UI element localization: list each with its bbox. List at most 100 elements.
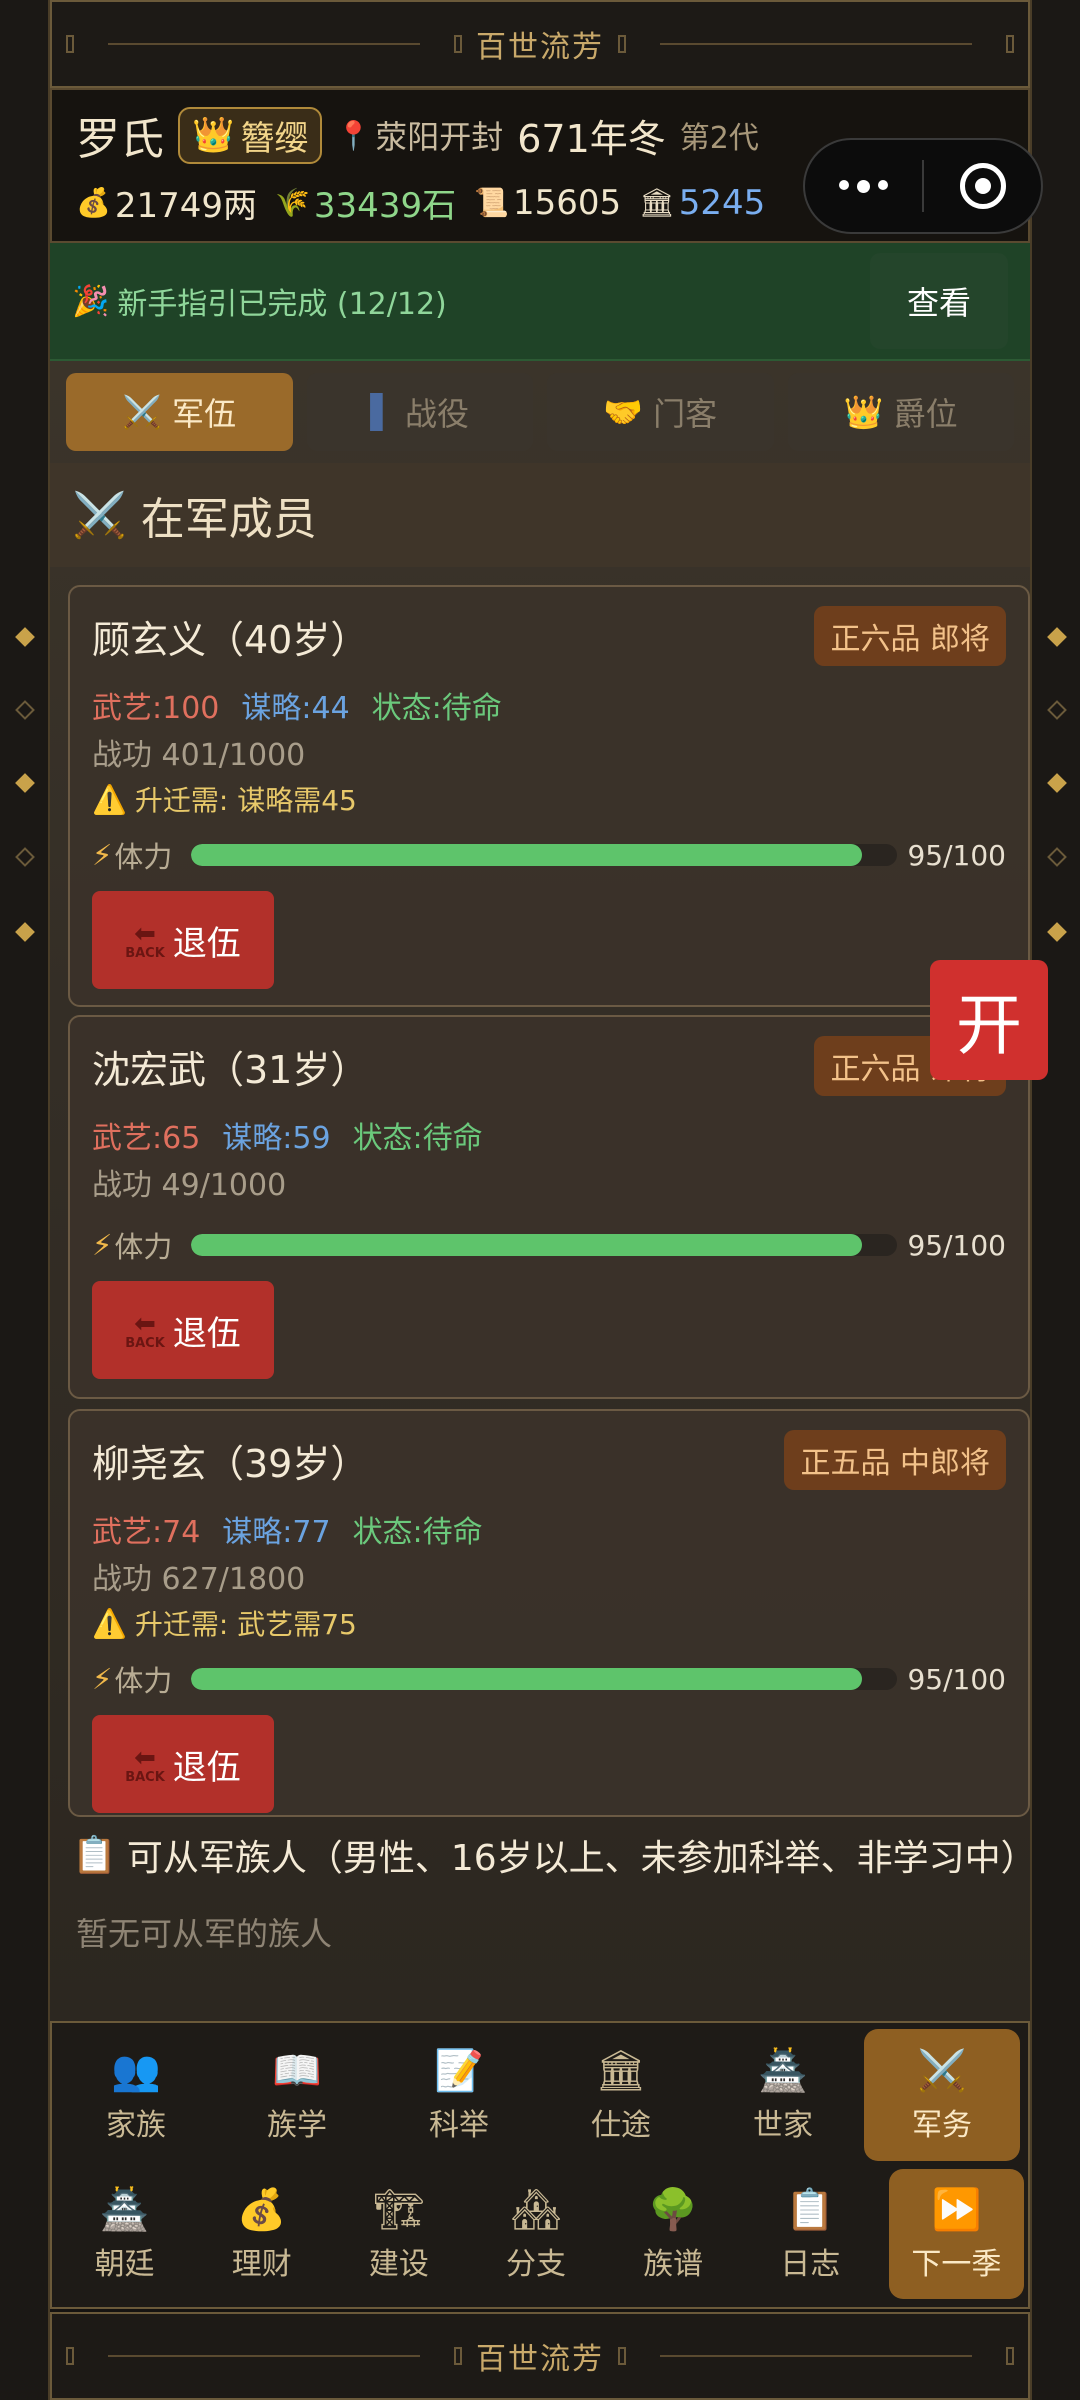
- stamina-bar: [190, 1234, 898, 1256]
- nav-clans[interactable]: 🏯 世家: [702, 2029, 864, 2161]
- stamina-value: 95/100: [907, 1228, 1006, 1262]
- diamond-ornament: [1047, 627, 1067, 647]
- nav-court[interactable]: 🏯 朝廷: [56, 2169, 193, 2299]
- promotion-warning: ⚠️ 升迁需: 武艺需75: [92, 1603, 1006, 1643]
- nav-label: 建设: [368, 2247, 429, 2282]
- banner-ornament: [618, 35, 626, 53]
- stamina-label-group: ⚡ 体力: [92, 834, 181, 876]
- stamina-row: ⚡ 体力 95/100: [92, 1209, 1006, 1281]
- retire-button[interactable]: ⬅ BACK 退伍: [92, 1281, 274, 1379]
- stamina-label-group: ⚡ 体力: [92, 1658, 181, 1700]
- banner-line: [108, 2355, 420, 2357]
- diamond-ornament: [15, 627, 35, 647]
- nav-label: 日志: [780, 2247, 841, 2282]
- view-tutorial-button[interactable]: 查看: [870, 253, 1008, 349]
- rank-badge: 正五品 中郎将: [784, 1430, 1006, 1490]
- member-card: 柳尧玄（39岁） 正五品 中郎将 武艺:74 谋略:77 状态:待命 战功 62…: [68, 1409, 1030, 1817]
- stamina-label: 体力: [114, 1230, 173, 1264]
- location-label: 荥阳开封: [375, 118, 504, 156]
- back-icon: ⬅ BACK: [125, 1308, 165, 1351]
- retire-label: 退伍: [172, 1747, 241, 1788]
- tab-army[interactable]: ⚔️ 军伍: [66, 373, 293, 451]
- nav-military[interactable]: ⚔️ 军务: [864, 2029, 1020, 2161]
- nav-label: 下一季: [911, 2247, 1002, 2282]
- member-name: 顾玄义（40岁）: [92, 617, 369, 662]
- current-year: 671年冬: [517, 116, 666, 161]
- nav-label: 分支: [505, 2247, 566, 2282]
- left-border-strip: [0, 0, 50, 2400]
- military-tabs: ⚔️ 军伍 ▌ 战役 🤝 门客 👑 爵位: [50, 361, 1030, 463]
- tab-retainers[interactable]: 🤝 门客: [547, 373, 774, 451]
- retire-button[interactable]: ⬅ BACK 退伍: [92, 891, 274, 989]
- stamina-bar: [190, 844, 898, 866]
- banner-line: [660, 43, 972, 45]
- banner-ornament: [66, 2347, 74, 2365]
- banner-title: 百世流芳: [476, 30, 604, 65]
- family-icon: 👥: [111, 2047, 161, 2094]
- stamina-fill: [190, 844, 863, 866]
- handshake-icon: 🤝: [603, 393, 644, 431]
- nav-school[interactable]: 📖 族学: [216, 2029, 378, 2161]
- diamond-ornament: [15, 922, 35, 942]
- nav-genealogy[interactable]: 🌳 族谱: [605, 2169, 742, 2299]
- warning-text: 升迁需: 谋略需45: [134, 784, 357, 817]
- eligible-empty: 暂无可从军的族人: [76, 1915, 333, 1953]
- nav-career[interactable]: 🏛 仕途: [540, 2029, 702, 2161]
- diamond-ornament: [15, 700, 35, 720]
- strategy-stat: 谋略:59: [222, 1121, 331, 1156]
- close-miniprogram-button[interactable]: [924, 163, 1041, 209]
- money-bag-icon: 💰: [76, 186, 111, 219]
- castle-icon: 🏯: [758, 2047, 808, 2094]
- section-title: 在军成员: [140, 494, 317, 545]
- tutorial-banner: 🎉 新手指引已完成 (12/12) 查看: [50, 243, 1030, 361]
- silver-value: 21749两: [114, 186, 258, 226]
- crown-icon: 👑: [192, 115, 235, 155]
- eligible-header: 📋 可从军族人（男性、16岁以上、未参加科举、非学习中）: [72, 1829, 1030, 1881]
- banner-title: 百世流芳: [476, 2342, 604, 2377]
- member-name: 沈宏武（31岁）: [92, 1047, 369, 1092]
- more-menu-button[interactable]: [805, 179, 922, 193]
- warning-icon: ⚠️: [92, 782, 127, 816]
- promotion-warning: ⚠️ 升迁需: 谋略需45: [92, 779, 1006, 819]
- merit-progress: 战功 49/1000: [92, 1168, 287, 1203]
- tree-icon: 🌳: [648, 2186, 699, 2233]
- grain-resource: 🌾 33439石: [275, 178, 456, 227]
- nav-family[interactable]: 👥 家族: [56, 2029, 216, 2161]
- nav-finance[interactable]: 💰 理财: [193, 2169, 330, 2299]
- book-icon: 📖: [272, 2047, 322, 2094]
- nav-label: 仕途: [591, 2108, 651, 2143]
- crown-icon: 👑: [843, 393, 884, 431]
- nav-label: 军务: [912, 2108, 972, 2143]
- retire-button[interactable]: ⬅ BACK 退伍: [92, 1715, 274, 1813]
- tab-peerage[interactable]: 👑 爵位: [787, 373, 1014, 451]
- nav-branches[interactable]: 🏘 分支: [467, 2169, 604, 2299]
- bottom-nav: 👥 家族 📖 族学 📝 科举 🏛 仕途 🏯 世家 ⚔️ 军务 🏯 朝廷 💰 理财 🏗 建设 🏘 分支…: [50, 2021, 1030, 2309]
- banner-ornament: [1006, 2347, 1014, 2365]
- rank-badge: 正六品 郎将: [814, 606, 1006, 666]
- nav-log[interactable]: 📋 日志: [742, 2169, 879, 2299]
- prestige-resource: 🏛 5245: [639, 183, 765, 223]
- family-title-label: 簪缨: [240, 118, 309, 159]
- member-name: 柳尧玄（39岁）: [92, 1441, 369, 1486]
- diamond-ornament: [1047, 700, 1067, 720]
- scroll-value: 15605: [512, 182, 622, 223]
- banner-line: [108, 43, 420, 45]
- next-season-button[interactable]: ⏩ 下一季: [888, 2169, 1024, 2299]
- crossed-swords-icon: ⚔️: [122, 393, 163, 431]
- nav-label: 家族: [106, 2108, 166, 2143]
- generation: 第2代: [679, 121, 759, 156]
- memo-icon: 📝: [434, 2047, 484, 2094]
- strategy-stat: 谋略:44: [241, 691, 350, 726]
- target-icon: [959, 163, 1006, 209]
- top-banner: 百世流芳: [50, 0, 1030, 88]
- nav-exam[interactable]: 📝 科举: [378, 2029, 540, 2161]
- family-title-badge[interactable]: 👑 簪缨: [178, 106, 323, 164]
- member-card: 沈宏武（31岁） 正六品 郎将 武艺:65 谋略:59 状态:待命 战功 49/…: [68, 1015, 1030, 1399]
- diamond-ornament: [1047, 773, 1067, 793]
- nav-label: 族谱: [643, 2247, 704, 2282]
- nav-construction[interactable]: 🏗 建设: [330, 2169, 467, 2299]
- tab-campaign[interactable]: ▌ 战役: [306, 373, 533, 451]
- lightning-icon: ⚡: [92, 838, 113, 872]
- open-button[interactable]: 开: [930, 960, 1048, 1080]
- tab-label: 战役: [405, 395, 470, 433]
